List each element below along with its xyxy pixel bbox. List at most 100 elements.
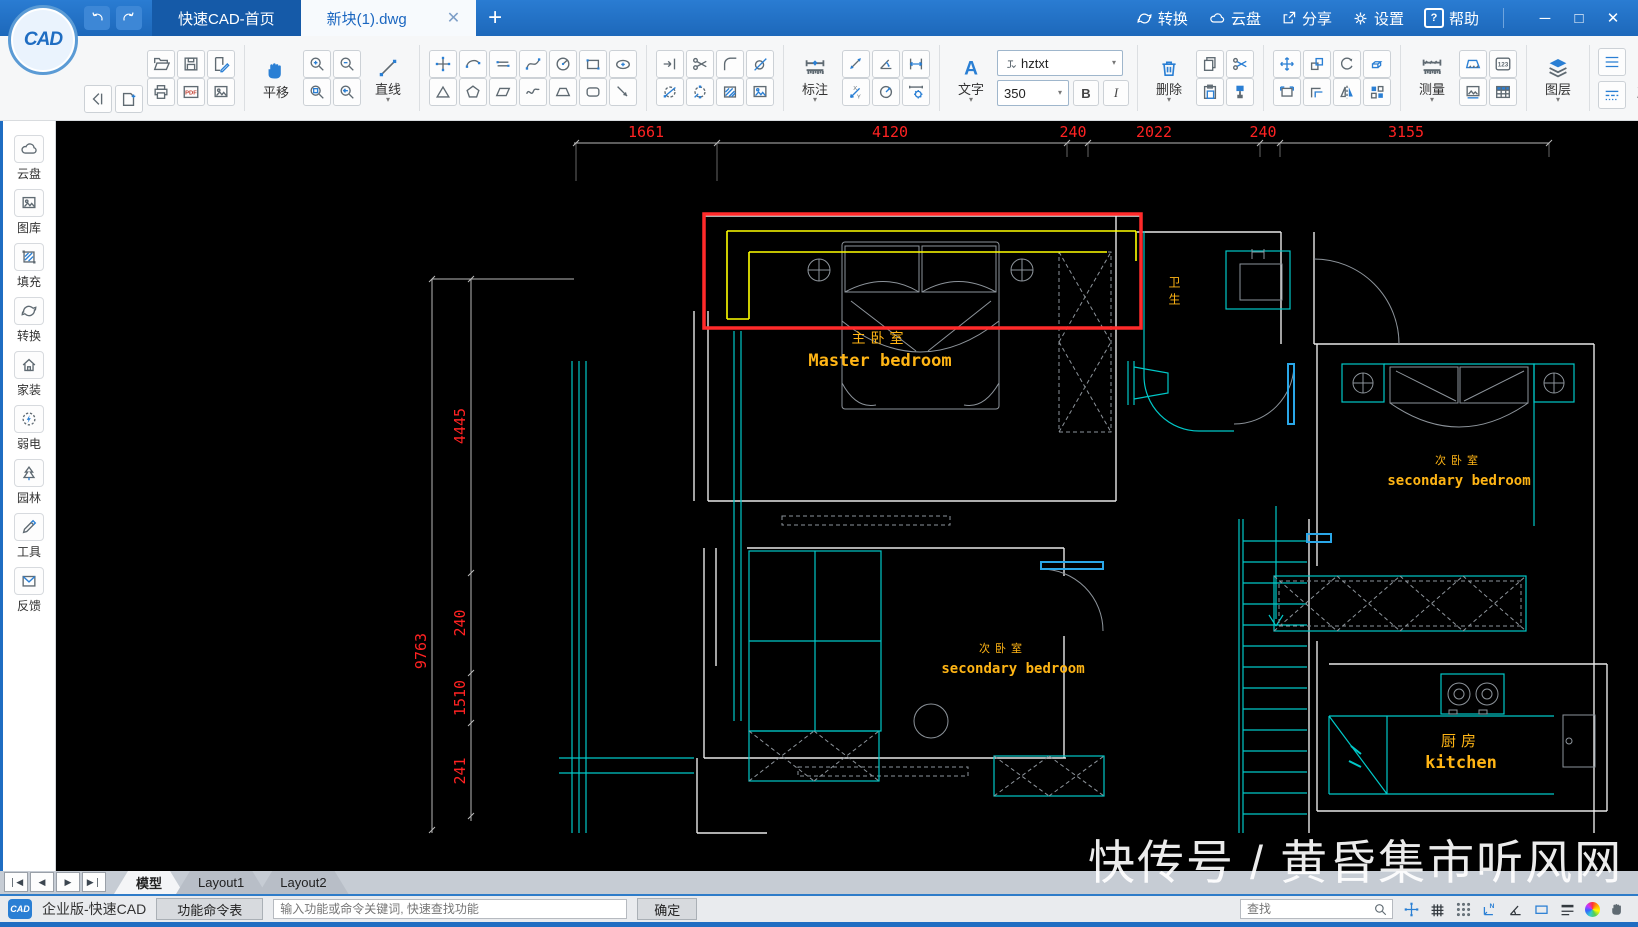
cloud-button[interactable]: 云盘 <box>1208 8 1261 29</box>
cut-button[interactable] <box>1226 50 1254 78</box>
pentagon-tool-button[interactable] <box>459 78 487 106</box>
bold-button[interactable]: B <box>1073 80 1099 106</box>
back-icon[interactable] <box>84 6 110 30</box>
grid-icon[interactable] <box>1429 901 1446 918</box>
trapezoid-tool-button[interactable] <box>549 78 577 106</box>
extend-tool-button[interactable] <box>656 50 684 78</box>
mirror-tool-button[interactable] <box>1333 78 1361 106</box>
image-measure-button[interactable] <box>1459 78 1487 106</box>
last-tab-icon[interactable]: ▶❘ <box>82 872 106 892</box>
dim-ordinate-button[interactable]: XY <box>842 78 870 106</box>
triangle-tool-button[interactable] <box>429 78 457 106</box>
rectangle-tool-button[interactable] <box>579 50 607 78</box>
export-image-button[interactable] <box>207 78 235 106</box>
pan-tool[interactable]: 平移 <box>253 56 299 100</box>
trim-tool-button[interactable] <box>686 50 714 78</box>
format-brush-button[interactable] <box>1226 78 1254 106</box>
zoom-in-button[interactable] <box>303 50 331 78</box>
maximize-button[interactable]: □ <box>1562 4 1596 32</box>
ortho-icon[interactable] <box>1533 901 1550 918</box>
polar-angle-icon[interactable] <box>1507 901 1524 918</box>
prev-tab-icon[interactable]: ◀ <box>30 872 54 892</box>
rotate-tool-button[interactable] <box>1333 50 1361 78</box>
xline-tool-button[interactable] <box>429 50 457 78</box>
dot-grid-icon[interactable] <box>1455 901 1472 918</box>
wipeout-tool-button[interactable] <box>746 78 774 106</box>
break-circle-tool-button[interactable] <box>656 78 684 106</box>
tab-home[interactable]: 快速CAD-首页 <box>152 0 301 36</box>
paste-button[interactable] <box>1196 78 1224 106</box>
font-select[interactable]: hztxt ▾ <box>997 50 1123 76</box>
sidebar-item-cloud[interactable]: 云盘 <box>14 135 44 182</box>
sidebar-item-feedback[interactable]: 反馈 <box>14 567 44 614</box>
parallelogram-tool-button[interactable] <box>489 78 517 106</box>
dim-style-button[interactable] <box>902 78 930 106</box>
help-button[interactable]: ? 帮助 <box>1423 8 1479 29</box>
open-file-button[interactable] <box>147 50 175 78</box>
offset-tool-button[interactable] <box>1303 78 1331 106</box>
tab-layout1[interactable]: Layout1 <box>176 871 266 894</box>
leader-arrow-tool-button[interactable] <box>609 78 637 106</box>
line-tool[interactable]: 直线 ▾ <box>365 53 411 104</box>
dim-angular-button[interactable] <box>872 50 900 78</box>
find-box[interactable] <box>1240 899 1393 919</box>
zoom-out-button[interactable] <box>333 50 361 78</box>
find-input[interactable] <box>1241 901 1373 917</box>
text-size-select[interactable]: 350 ▾ <box>997 80 1069 106</box>
pan-hand-icon[interactable] <box>1609 901 1626 918</box>
circle-cut-tool-button[interactable] <box>746 50 774 78</box>
share-button[interactable]: 分享 <box>1281 8 1332 29</box>
italic-button[interactable]: I <box>1103 80 1129 106</box>
confirm-button[interactable]: 确定 <box>637 898 698 920</box>
next-tab-icon[interactable]: ▶ <box>56 872 80 892</box>
curve-tool-button[interactable] <box>519 78 547 106</box>
close-button[interactable]: ✕ <box>1596 4 1630 32</box>
table-button[interactable] <box>1489 78 1517 106</box>
snap-icon[interactable] <box>1403 901 1420 918</box>
ellipse-tool-button[interactable] <box>609 50 637 78</box>
copy-button[interactable] <box>1196 50 1224 78</box>
dimension-tool[interactable]: 标注 ▾ <box>792 53 838 104</box>
sidebar-item-tools[interactable]: 工具 <box>14 513 44 560</box>
sidebar-item-hatch[interactable]: 填充 <box>14 243 44 290</box>
rounded-rect-tool-button[interactable] <box>579 78 607 106</box>
convert-button[interactable]: 转换 <box>1136 8 1188 29</box>
measure-tool[interactable]: 测量 ▾ <box>1409 53 1455 104</box>
array-tool-button[interactable] <box>1363 78 1391 106</box>
spline-tool-button[interactable] <box>519 50 547 78</box>
tab-document[interactable]: 新块(1).dwg ✕ <box>300 0 477 36</box>
search-icon[interactable] <box>1373 902 1388 917</box>
previous-doc-button[interactable] <box>84 85 112 113</box>
first-tab-icon[interactable]: ❘◀ <box>4 872 28 892</box>
new-doc-button[interactable] <box>115 85 143 113</box>
arc-tool-button[interactable] <box>459 50 487 78</box>
save-as-button[interactable] <box>207 50 235 78</box>
sidebar-item-convert[interactable]: 转换 <box>14 297 44 344</box>
zoom-window-button[interactable] <box>303 78 331 106</box>
delete-tool[interactable]: 删除 ▾ <box>1146 53 1192 104</box>
command-search-input[interactable] <box>273 899 628 919</box>
sidebar-item-garden[interactable]: 园林 <box>14 459 44 506</box>
parallel-tool-button[interactable] <box>489 50 517 78</box>
app-logo[interactable]: CAD <box>8 5 78 75</box>
edit-circle-tool-button[interactable] <box>686 78 714 106</box>
circle-tool-button[interactable] <box>549 50 577 78</box>
export-pdf-button[interactable]: PDF <box>177 78 205 106</box>
fillet-tool-button[interactable] <box>716 50 744 78</box>
view3d-tool-button[interactable] <box>1363 50 1391 78</box>
tab-layout2[interactable]: Layout2 <box>258 871 348 894</box>
print-button[interactable] <box>147 78 175 106</box>
sidebar-item-low-voltage[interactable]: 弱电 <box>14 405 44 452</box>
coord-icon[interactable]: N <box>1481 901 1498 918</box>
command-table-button[interactable]: 功能命令表 <box>156 898 264 920</box>
tab-model[interactable]: 模型 <box>114 871 184 894</box>
status-color-wheel-icon[interactable] <box>1585 901 1600 917</box>
minimize-button[interactable]: ─ <box>1528 4 1562 32</box>
sidebar-item-home-decor[interactable]: 家装 <box>14 351 44 398</box>
linetype-button[interactable] <box>1598 47 1626 76</box>
drawing-canvas[interactable]: 1661 4120 240 2022 240 3155 9763 4445 24… <box>56 121 1638 871</box>
tab-close-icon[interactable]: ✕ <box>447 8 460 28</box>
forward-icon[interactable] <box>116 6 142 30</box>
zoom-previous-button[interactable] <box>333 78 361 106</box>
sidebar-item-gallery[interactable]: 图库 <box>14 189 44 236</box>
